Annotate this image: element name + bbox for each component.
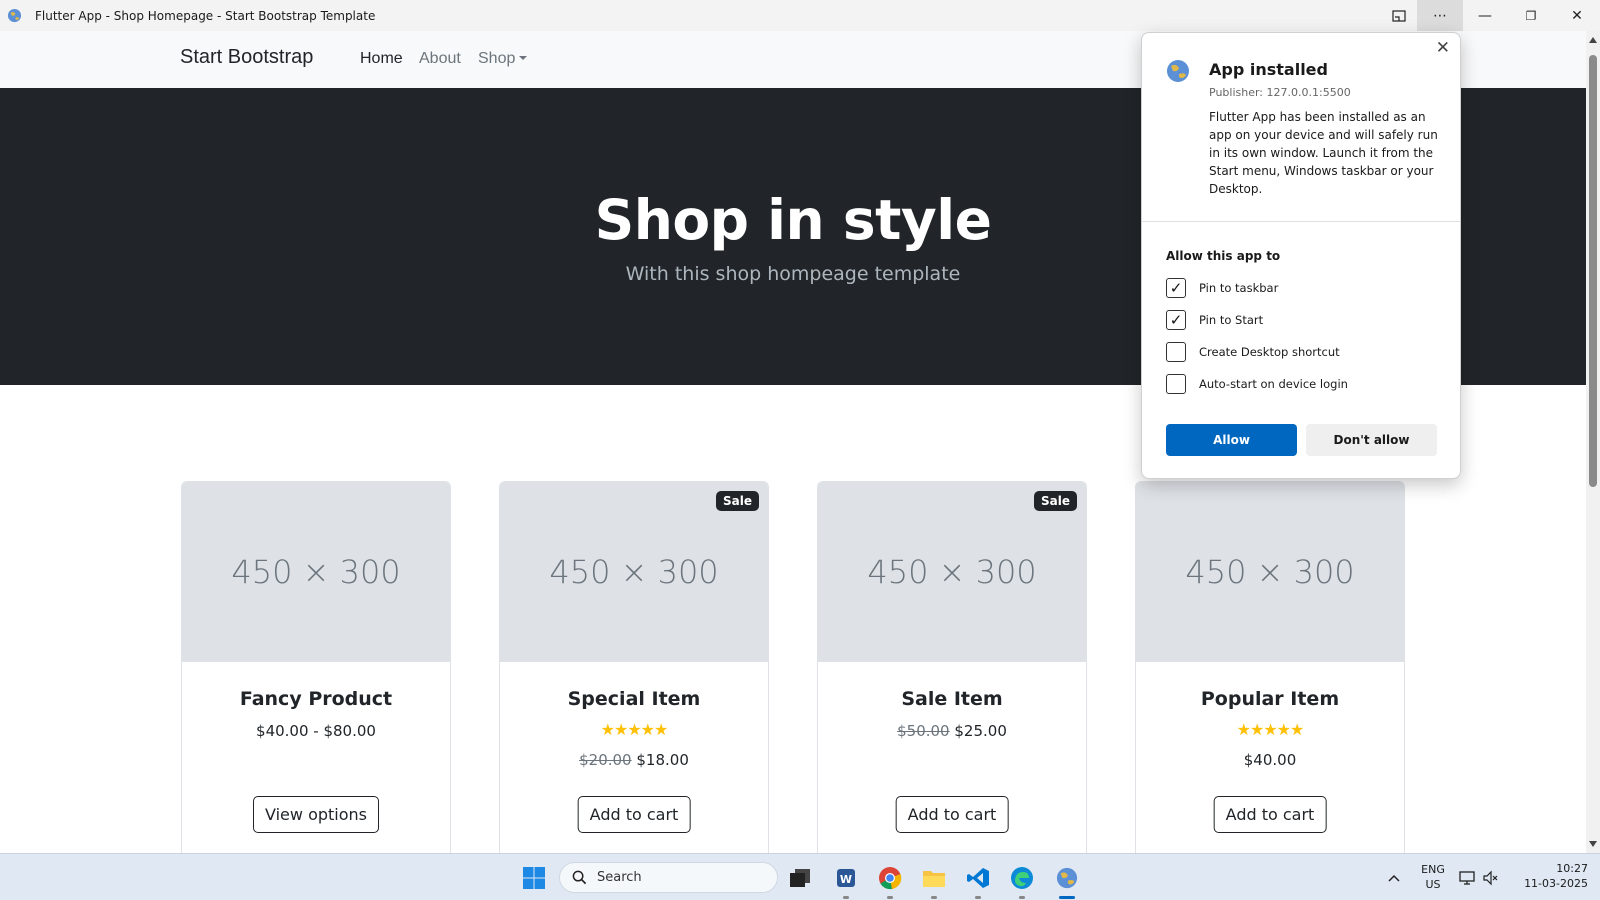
app-installed-dialog: ✕ App installed Publisher: 127.0.0.1:550… [1141,32,1461,479]
vscode-icon[interactable] [962,862,994,899]
dropdown-caret-icon [519,56,528,60]
language-indicator[interactable]: ENG US [1416,862,1450,892]
allow-heading: Allow this app to [1166,249,1281,263]
product-old-price: $50.00 [897,722,950,740]
nav-home-link[interactable]: Home [360,50,403,68]
product-image-placeholder: 450 × 300 [1136,482,1404,662]
region-code: US [1425,878,1441,891]
scrollbar-thumb[interactable] [1589,55,1597,487]
nav-shop-dropdown[interactable]: Shop [478,50,528,68]
checkbox-checked-icon[interactable]: ✓ [1166,310,1186,330]
product-image-placeholder: 450 × 300 [182,482,450,662]
dialog-description: Flutter App has been installed as an app… [1209,110,1438,196]
word-icon[interactable]: W [830,862,862,899]
product-card: 450 × 300 Popular Item ★★★★★ $40.00 Add … [1135,481,1405,861]
product-card: 450 × 300 Fancy Product $40.00 - $80.00 … [181,481,451,861]
window-title: Flutter App - Shop Homepage - Start Boot… [35,8,376,23]
product-price: $18.00 [636,751,689,769]
option-pin-taskbar[interactable]: ✓ Pin to taskbar [1166,278,1278,298]
windows-taskbar: Search W ENG US 10:27 11-03-2025 [0,853,1600,900]
close-dialog-button[interactable]: ✕ [1436,38,1450,58]
windows-start-icon[interactable] [518,862,550,894]
network-icon[interactable] [1456,862,1478,894]
language-code: ENG [1421,863,1445,876]
product-card: 450 × 300 Sale Special Item ★★★★★ $20.00… [499,481,769,861]
option-label: Auto-start on device login [1199,377,1348,391]
product-price: $40.00 - $80.00 [256,722,376,740]
checkbox-unchecked-icon[interactable] [1166,342,1186,362]
running-indicator [1019,896,1025,899]
clock[interactable]: 10:27 11-03-2025 [1508,861,1588,891]
search-placeholder: Search [597,870,642,885]
clock-date: 11-03-2025 [1524,877,1588,890]
product-card: 450 × 300 Sale Sale Item $50.00 $25.00 A… [817,481,1087,861]
edge-icon[interactable] [1006,862,1038,899]
option-label: Create Desktop shortcut [1199,345,1340,359]
dialog-divider [1142,221,1460,222]
chrome-icon[interactable] [874,862,906,899]
product-name: Popular Item [1200,688,1340,710]
navbar-brand[interactable]: Start Bootstrap [180,46,313,69]
close-window-button[interactable]: ✕ [1554,0,1600,31]
star-rating: ★★★★★ [600,720,669,739]
product-price-block: $50.00 $25.00 [818,722,1086,740]
dialog-title: App installed [1209,60,1328,79]
sale-badge: Sale [716,491,759,511]
volume-muted-icon[interactable] [1480,862,1502,894]
product-price-block: $20.00 $18.00 [500,751,768,769]
clock-time: 10:27 [1556,862,1588,875]
running-indicator [843,896,849,899]
product-price: $40.00 [1243,751,1297,769]
checkbox-unchecked-icon[interactable] [1166,374,1186,394]
scroll-down-arrow-icon[interactable] [1589,841,1597,847]
product-price: $25.00 [954,722,1007,740]
option-auto-start[interactable]: Auto-start on device login [1166,374,1348,394]
product-name: Sale Item [901,688,1003,710]
product-name: Fancy Product [239,688,393,710]
nav-shop-label: Shop [478,50,516,67]
active-indicator [1059,896,1075,899]
page-scrollbar[interactable] [1586,31,1600,853]
add-to-cart-button[interactable]: Add to cart [577,796,691,833]
svg-text:W: W [840,873,852,886]
product-name: Special Item [567,688,701,710]
app-globe-icon [7,8,22,23]
file-explorer-icon[interactable] [918,862,950,899]
taskbar-search-input[interactable]: Search [559,862,778,893]
minimize-button[interactable]: — [1462,0,1508,31]
app-globe-icon [1167,60,1189,82]
nav-about-link[interactable]: About [419,50,461,68]
checkbox-checked-icon[interactable]: ✓ [1166,278,1186,298]
add-to-cart-button[interactable]: Add to cart [895,796,1009,833]
allow-button[interactable]: Allow [1166,424,1297,456]
option-label: Pin to taskbar [1199,281,1279,295]
cast-icon[interactable] [1376,0,1422,31]
dialog-publisher: Publisher: 127.0.0.1:5500 [1209,86,1351,99]
option-label: Pin to Start [1199,313,1264,327]
option-desktop-shortcut[interactable]: Create Desktop shortcut [1166,342,1340,362]
product-old-price: $20.00 [579,751,632,769]
running-indicator [975,896,981,899]
running-indicator [887,896,893,899]
window-titlebar: Flutter App - Shop Homepage - Start Boot… [0,0,1600,31]
more-options-button[interactable]: ⋯ [1417,0,1463,31]
star-rating: ★★★★★ [1236,720,1305,739]
scroll-up-arrow-icon[interactable] [1589,37,1597,43]
search-icon [572,870,587,885]
view-options-button[interactable]: View options [253,796,379,833]
sale-badge: Sale [1034,491,1077,511]
task-view-icon[interactable] [784,862,816,894]
running-indicator [931,896,937,899]
dont-allow-button[interactable]: Don't allow [1306,424,1437,456]
chevron-up-icon[interactable] [1378,862,1410,894]
flutter-app-icon[interactable] [1051,862,1083,899]
add-to-cart-button[interactable]: Add to cart [1213,796,1327,833]
maximize-button[interactable]: ❐ [1508,0,1554,31]
option-pin-start[interactable]: ✓ Pin to Start [1166,310,1263,330]
